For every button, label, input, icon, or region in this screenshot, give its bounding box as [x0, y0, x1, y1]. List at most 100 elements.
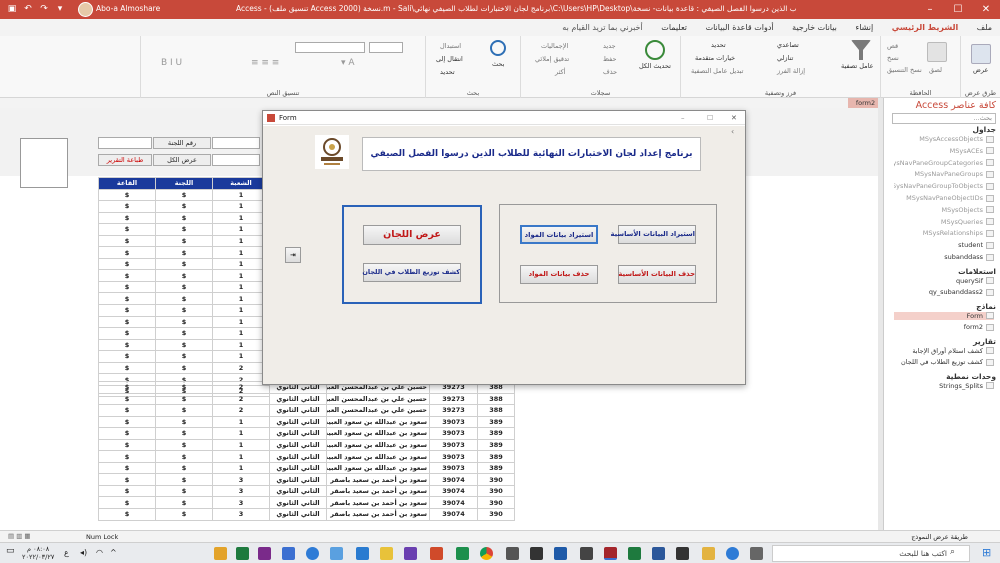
select-button[interactable]: تحديد — [440, 68, 455, 76]
font-name-select[interactable] — [295, 42, 365, 53]
user-avatar[interactable] — [78, 2, 93, 17]
view-button[interactable]: عرض — [973, 66, 988, 74]
nav-item[interactable]: form2 — [894, 323, 994, 331]
student-row[interactable]: $ $1 الثاني الثانوي سعود بن عبدالله بن سعود… — [98, 427, 515, 440]
find-icon[interactable] — [490, 40, 506, 56]
nav-section-header[interactable]: نماذج — [976, 302, 996, 311]
filter-field[interactable] — [212, 154, 260, 166]
student-row[interactable]: $ $3 الثاني الثانوي سعود بن أحمد بن سعيد با… — [98, 484, 515, 498]
taskbar-explorer-icon[interactable] — [702, 547, 715, 560]
scroll-left-icon[interactable]: ‹ — [731, 127, 734, 136]
student-row[interactable]: $ $1 الثاني الثانوي سعود بن عبدالله بن سعود… — [98, 450, 515, 463]
taskbar-search-box[interactable]: اكتب هنا للبحث — [772, 545, 970, 562]
spelling-button[interactable]: تدقيق إملائي — [535, 55, 569, 63]
tab-file[interactable]: ملف — [969, 19, 1000, 36]
import-subjects-data-button[interactable]: استيراد بيانات المواد — [520, 225, 598, 244]
close-button[interactable]: ✕ — [972, 0, 1000, 19]
table-row[interactable]: $ $1 — [98, 269, 270, 282]
table-row[interactable]: $ $1 — [98, 211, 270, 225]
taskbar-app7-icon[interactable] — [404, 547, 417, 560]
taskbar-word-icon[interactable] — [652, 547, 665, 560]
format-painter-button[interactable]: نسخ التنسيق — [887, 66, 922, 74]
tab-external-data[interactable]: بيانات خارجية — [784, 19, 845, 36]
dialog-close-icon[interactable]: ✕ — [731, 111, 737, 125]
nav-section-header[interactable]: وحدات نمطية — [946, 372, 996, 381]
volume-icon[interactable]: ◂) — [80, 548, 87, 557]
nav-item[interactable]: qy_subanddass2 — [894, 288, 994, 296]
table-row[interactable]: $ $1 — [98, 338, 270, 352]
show-committees-button[interactable]: عرض اللجان — [363, 225, 461, 245]
advanced-button[interactable]: خيارات متقدمة — [695, 54, 735, 62]
nav-section-header[interactable]: تقارير — [973, 337, 996, 346]
tell-me-box[interactable]: أخبرني بما تريد القيام به — [554, 19, 650, 36]
taskbar-app2-icon[interactable] — [258, 547, 271, 560]
tab-database-tools[interactable]: أدوات قاعدة البيانات — [698, 19, 782, 36]
nav-pane-title[interactable]: كافة عناصر Access — [916, 100, 996, 111]
refresh-all-button[interactable]: تحديث الكل — [639, 62, 671, 70]
filter-button[interactable]: عامل تصفية — [841, 62, 874, 70]
student-row[interactable]: $ $3 الثاني الثانوي سعود بن أحمد بن سعيد با… — [98, 508, 515, 521]
maximize-button[interactable]: ☐ — [944, 0, 972, 19]
distribution-report-button[interactable]: كشف توزيع الطلاب في اللجان — [362, 263, 461, 282]
taskbar-chrome-icon[interactable] — [480, 547, 493, 560]
redo-icon[interactable]: ↷ — [38, 3, 50, 15]
table-row[interactable]: $ $1 — [98, 304, 270, 317]
system-tray-chevron-icon[interactable]: ^ — [110, 548, 117, 557]
view-icons[interactable]: ▤ ▥ ▦ — [8, 532, 31, 540]
table-row[interactable]: $ $1 — [98, 280, 270, 294]
nav-item[interactable]: MSysNavPaneGroupToObjects — [894, 182, 994, 190]
minimize-button[interactable]: – — [916, 0, 944, 19]
taskbar-app5-icon[interactable] — [356, 547, 369, 560]
taskbar-app3-icon[interactable] — [282, 547, 295, 560]
import-basic-data-button[interactable]: استيراد البيانات الأساسية — [611, 225, 696, 244]
taskbar-app-icon[interactable] — [214, 547, 227, 560]
committee-number-combo[interactable] — [98, 137, 152, 149]
descending-button[interactable]: تنازلي — [777, 54, 793, 62]
dialog-minimize-icon[interactable]: – — [681, 111, 685, 125]
taskbar-app11-icon[interactable] — [530, 547, 543, 560]
table-row[interactable]: $ $1 — [98, 234, 270, 248]
windows-start-icon[interactable]: ⊞ — [982, 546, 991, 559]
delete-record-button[interactable]: حذف — [603, 68, 617, 76]
taskbar-app8-icon[interactable] — [430, 547, 443, 560]
save-icon[interactable]: ▣ — [6, 3, 18, 15]
student-row[interactable]: $ $1 الثاني الثانوي سعود بن عبدالله بن سعود… — [98, 415, 515, 429]
refresh-icon[interactable] — [645, 40, 665, 60]
nav-item[interactable]: كشف استلام أوراق الإجابة — [894, 347, 994, 355]
undo-icon[interactable]: ↶ — [22, 3, 34, 15]
new-record-button[interactable]: جديد — [603, 42, 616, 50]
taskbar-app4-icon[interactable] — [330, 547, 343, 560]
nav-item[interactable]: Form — [894, 311, 994, 320]
nav-item[interactable]: MSysNavPaneObjectIDs — [894, 194, 994, 202]
save-record-button[interactable]: حفظ — [603, 55, 616, 63]
taskbar-app6-icon[interactable] — [380, 547, 393, 560]
nav-item[interactable]: MSysNavPaneGroupCategories — [894, 159, 994, 167]
paste-button[interactable]: لصق — [929, 66, 942, 74]
taskbar-access-icon[interactable] — [604, 547, 617, 560]
delete-subjects-data-button[interactable]: حذف بيانات المواد — [520, 265, 598, 284]
student-row[interactable]: $ $2 الثاني الثانوي حسين علي بن عبدالمحسن ا… — [98, 392, 515, 406]
bold-icon[interactable]: B I U — [161, 58, 182, 68]
taskbar-edge2-icon[interactable] — [726, 547, 739, 560]
nav-item[interactable]: MSysQueries — [894, 218, 994, 226]
table-row[interactable]: $ $1 — [98, 327, 270, 340]
nav-item[interactable]: subanddass — [894, 253, 994, 261]
student-row[interactable]: $ $1 الثاني الثانوي سعود بن عبدالله بن سعود… — [98, 438, 515, 452]
taskbar-app10-icon[interactable] — [506, 547, 519, 560]
nav-item[interactable]: MSysObjects — [894, 206, 994, 214]
nav-item[interactable]: MSysNavPaneGroups — [894, 170, 994, 178]
nav-section-header[interactable]: جداول — [973, 125, 996, 134]
toggle-filter-button[interactable]: تبديل عامل التصفية — [691, 67, 743, 75]
nav-section-header[interactable]: استعلامات — [958, 267, 996, 276]
replace-button[interactable]: استبدال — [440, 42, 461, 50]
student-row[interactable]: $ $3 الثاني الثانوي سعود بن أحمد بن سعيد با… — [98, 496, 515, 509]
show-all-button[interactable]: عرض الكل — [153, 154, 211, 166]
font-color-icon[interactable]: A ▾ — [341, 58, 355, 68]
nav-item[interactable]: student — [894, 241, 994, 249]
paste-icon[interactable] — [927, 42, 947, 62]
print-report-button[interactable]: طباعة التقرير — [98, 154, 152, 166]
cut-button[interactable]: قص — [887, 42, 898, 50]
table-row[interactable]: $ $1 — [98, 315, 270, 329]
nav-item[interactable]: MSysRelationships — [894, 229, 994, 237]
more-button[interactable]: أكثر — [555, 68, 565, 76]
